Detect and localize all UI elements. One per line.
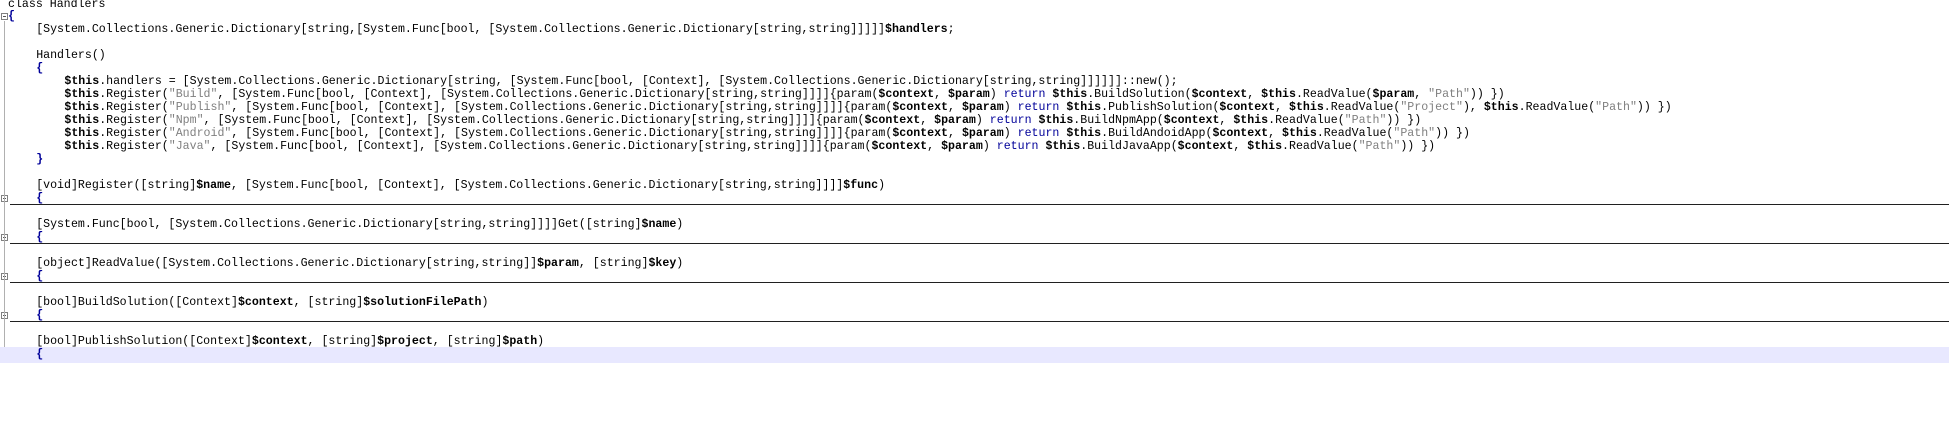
- collapsed-region-separator: [10, 204, 1949, 205]
- collapsed-region-separator: [10, 243, 1949, 244]
- code-editor[interactable]: class Handlers{[System.Collections.Gener…: [0, 0, 1949, 446]
- code-line-text: {: [36, 347, 43, 363]
- collapsed-region-separator: [10, 321, 1949, 322]
- code-line[interactable]: {: [0, 347, 1949, 363]
- code-token: {: [36, 348, 44, 361]
- collapsed-region-separator: [10, 282, 1949, 283]
